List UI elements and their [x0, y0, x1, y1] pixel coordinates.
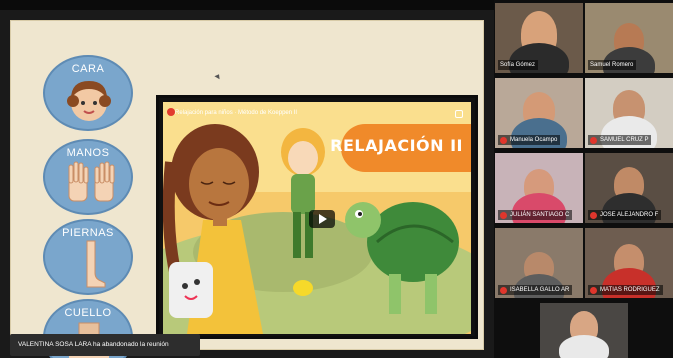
participant-tile[interactable]: Samuel Romero [585, 3, 673, 73]
mic-muted-icon [590, 286, 597, 294]
participant-name-tag: JULIÁN SANTIAGO C [498, 210, 573, 220]
participant-name-tag: MATIAS RODRIGUEZ [588, 285, 663, 295]
category-label: CARA [71, 63, 105, 75]
category-cara: CARA [43, 55, 133, 131]
mic-muted-icon [500, 211, 507, 219]
participant-name-tag: Sofía Gómez [498, 60, 539, 70]
participant-name-tag: Manuela Ocampo [498, 135, 561, 145]
mic-muted-icon [500, 286, 507, 294]
participant-name-tag: ISABELLA GALLO AR [498, 285, 573, 295]
face-icon [67, 81, 111, 121]
video-player[interactable]: Relajación para niños · Método de Koeppe… [156, 95, 478, 339]
share-video-icon[interactable] [455, 110, 463, 118]
leg-icon [86, 240, 106, 288]
participant-tile[interactable]: Sofía Gómez [495, 3, 583, 73]
category-label: PIERNAS [62, 227, 114, 239]
mic-muted-icon [500, 136, 507, 144]
participant-tile[interactable]: ISABELLA GALLO AR [495, 228, 583, 298]
participant-name-tag: SAMUEL CRUZ P [588, 135, 652, 145]
category-piernas: PIERNAS [43, 219, 133, 295]
participant-name-tag: Samuel Romero [588, 60, 637, 70]
mouse-cursor-icon [214, 72, 222, 80]
participant-tile[interactable]: JULIÁN SANTIAGO C [495, 153, 583, 223]
hands-icon [68, 161, 115, 202]
leave-notification: VALENTINA SOSA LARA ha abandonado la reu… [10, 334, 200, 356]
category-label: CUELLO [64, 307, 112, 319]
participant-tile[interactable]: Manuela Ocampo [495, 78, 583, 148]
mic-muted-icon [590, 136, 597, 144]
share-top-bar [0, 0, 494, 10]
presentation-slide: CARA MANOS PIERNAS CUELLO Relajación par… [10, 20, 484, 358]
category-label: MANOS [66, 147, 110, 159]
category-manos: MANOS [43, 139, 133, 215]
participant-tile[interactable] [540, 303, 628, 358]
channel-avatar-icon [167, 108, 175, 116]
play-button[interactable] [309, 210, 335, 228]
shared-screen: CARA MANOS PIERNAS CUELLO Relajación par… [0, 0, 494, 358]
video-banner-text: RELAJACIÓN II [330, 136, 463, 155]
participant-tile[interactable]: SAMUEL CRUZ P [585, 78, 673, 148]
mic-muted-icon [590, 211, 597, 219]
participant-gallery: Sofía Gómez Samuel Romero Manuela Ocampo… [494, 0, 673, 358]
video-frame: Relajación para niños · Método de Koeppe… [163, 102, 471, 334]
participant-name-tag: JOSE ALEJANDRO F [588, 210, 662, 220]
participant-tile[interactable]: MATIAS RODRIGUEZ [585, 228, 673, 298]
participant-tile[interactable]: JOSE ALEJANDRO F [585, 153, 673, 223]
video-title: Relajación para niños · Método de Koeppe… [175, 110, 298, 116]
